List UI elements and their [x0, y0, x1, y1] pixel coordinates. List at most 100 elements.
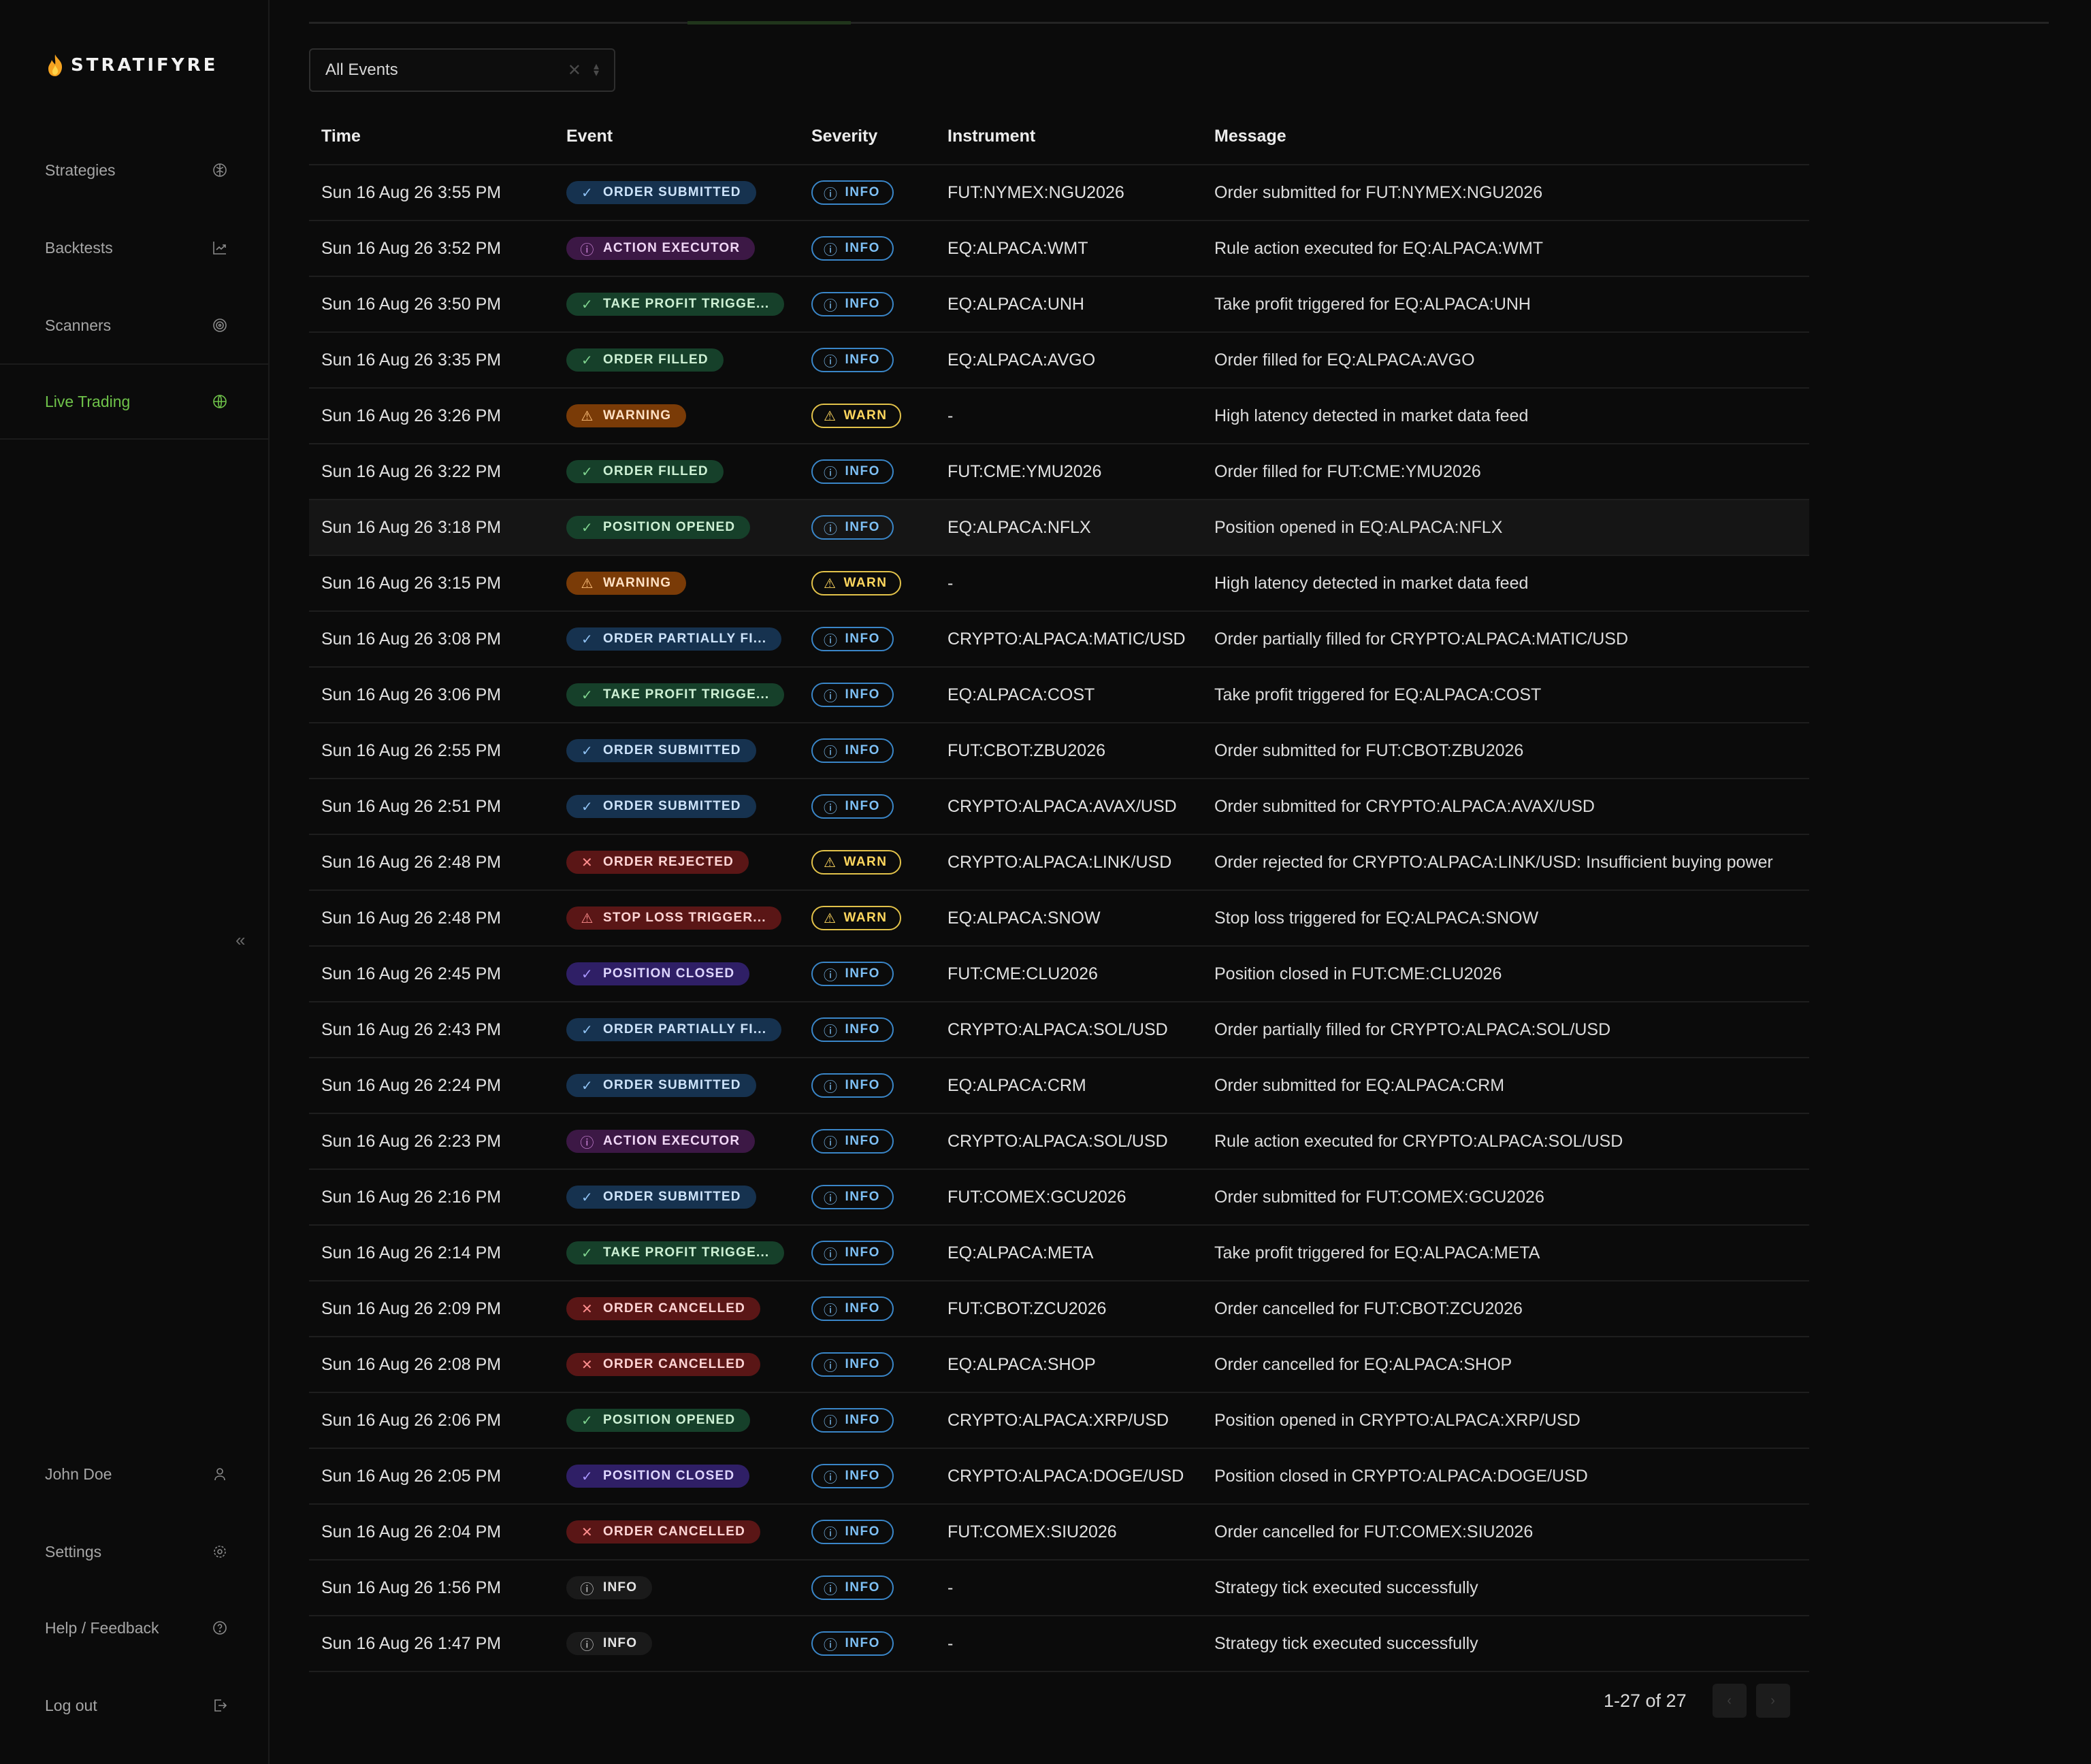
cell-event: ✓ POSITION OPENED — [554, 1392, 799, 1449]
event-badge-label: ORDER PARTIALLY FI... — [603, 632, 767, 646]
cell-event: ⓘ INFO — [554, 1616, 799, 1672]
cell-event: ✕ ORDER CANCELLED — [554, 1504, 799, 1561]
event-badge-label: ORDER SUBMITTED — [603, 799, 741, 813]
table-row[interactable]: Sun 16 Aug 26 3:06 PM ✓ TAKE PROFIT TRIGGE… — [309, 667, 1809, 723]
table-row[interactable]: Sun 16 Aug 26 3:08 PM ✓ ORDER PARTIALLY FI… — [309, 611, 1809, 668]
cell-severity: ⚠ WARN — [799, 388, 935, 444]
table-row[interactable]: Sun 16 Aug 26 3:26 PM ⚠ WARNING ⚠ WARN - High … — [309, 388, 1809, 444]
nav-user-profile[interactable]: John Doe — [0, 1436, 270, 1512]
table-row[interactable]: Sun 16 Aug 26 2:05 PM ✓ POSITION CLOSED ⓘ IN… — [309, 1448, 1809, 1505]
prev-page-button[interactable]: ‹ — [1712, 1684, 1747, 1718]
table-row[interactable]: Sun 16 Aug 26 3:55 PM ✓ ORDER SUBMITTED ⓘ IN… — [309, 165, 1809, 221]
info-circle-icon: ⓘ — [580, 242, 595, 258]
table-row[interactable]: Sun 16 Aug 26 2:14 PM ✓ TAKE PROFIT TRIGGE… — [309, 1225, 1809, 1281]
column-header-message[interactable]: Message — [1202, 109, 1809, 165]
nav-scanners[interactable]: Scanners — [0, 287, 270, 363]
nav-help-feedback[interactable]: Help / Feedback — [0, 1590, 270, 1666]
table-row[interactable]: Sun 16 Aug 26 1:47 PM ⓘ INFO ⓘ INFO - Strategy… — [309, 1616, 1809, 1672]
severity-badge: ⓘ INFO — [811, 1073, 894, 1098]
event-badge-label: ACTION EXECUTOR — [603, 1134, 741, 1148]
cell-time: Sun 16 Aug 26 3:26 PM — [309, 388, 554, 444]
cell-instrument: EQ:ALPACA:COST — [935, 667, 1202, 723]
event-badge-label: POSITION OPENED — [603, 520, 736, 534]
active-tab-indicator[interactable] — [687, 21, 851, 24]
select-chevron-icon[interactable]: ▴ ▾ — [594, 61, 599, 79]
nav-backtests[interactable]: Backtests — [0, 210, 270, 286]
table-row[interactable]: Sun 16 Aug 26 2:48 PM ✕ ORDER REJECTED ⚠ WAR… — [309, 834, 1809, 891]
event-badge: ✓ ORDER PARTIALLY FI... — [566, 627, 782, 651]
cell-event: ✓ POSITION CLOSED — [554, 1448, 799, 1505]
table-row[interactable]: Sun 16 Aug 26 3:52 PM ⓘ ACTION EXECUTOR ⓘ IN… — [309, 220, 1809, 277]
cell-instrument: EQ:ALPACA:META — [935, 1225, 1202, 1281]
severity-label: WARN — [843, 911, 888, 925]
nav-logout[interactable]: Log out — [0, 1667, 270, 1744]
table-row[interactable]: Sun 16 Aug 26 2:08 PM ✕ ORDER CANCELLED ⓘ IN… — [309, 1337, 1809, 1393]
event-badge-label: ORDER CANCELLED — [603, 1357, 746, 1371]
table-row[interactable]: Sun 16 Aug 26 2:09 PM ✕ ORDER CANCELLED ⓘ IN… — [309, 1281, 1809, 1337]
cell-message: Take profit triggered for EQ:ALPACA:COST — [1202, 667, 1809, 723]
column-header-severity[interactable]: Severity — [799, 109, 935, 165]
table-row[interactable]: Sun 16 Aug 26 2:51 PM ✓ ORDER SUBMITTED ⓘ IN… — [309, 779, 1809, 835]
table-row[interactable]: Sun 16 Aug 26 2:24 PM ✓ ORDER SUBMITTED ⓘ IN… — [309, 1058, 1809, 1114]
cell-instrument: FUT:COMEX:SIU2026 — [935, 1504, 1202, 1561]
cell-severity: ⓘ INFO — [799, 1058, 935, 1114]
event-badge-label: ORDER SUBMITTED — [603, 185, 741, 199]
collapse-sidebar-icon[interactable]: « — [236, 930, 245, 951]
next-page-button[interactable]: › — [1755, 1684, 1790, 1718]
cell-time: Sun 16 Aug 26 2:09 PM — [309, 1281, 554, 1337]
cell-event: ⓘ ACTION EXECUTOR — [554, 220, 799, 277]
check-icon: ✓ — [581, 1469, 594, 1484]
column-header-event[interactable]: Event — [554, 109, 799, 165]
cell-event: ⓘ INFO — [554, 1560, 799, 1616]
cell-time: Sun 16 Aug 26 2:45 PM — [309, 946, 554, 1002]
table-row[interactable]: Sun 16 Aug 26 2:16 PM ✓ ORDER SUBMITTED ⓘ IN… — [309, 1169, 1809, 1226]
cell-time: Sun 16 Aug 26 2:51 PM — [309, 779, 554, 835]
table-row[interactable]: Sun 16 Aug 26 3:15 PM ⚠ WARNING ⚠ WARN - High … — [309, 555, 1809, 612]
table-row[interactable]: Sun 16 Aug 26 2:23 PM ⓘ ACTION EXECUTOR ⓘ IN… — [309, 1113, 1809, 1170]
event-badge: ✓ TAKE PROFIT TRIGGE... — [566, 1241, 785, 1264]
info-circle-icon: ⓘ — [824, 1303, 839, 1318]
table-row[interactable]: Sun 16 Aug 26 2:43 PM ✓ ORDER PARTIALLY FI… — [309, 1002, 1809, 1058]
cell-event: ⚠ STOP LOSS TRIGGER... — [554, 890, 799, 947]
nav-strategies[interactable]: Strategies — [0, 132, 270, 208]
nav-settings[interactable]: Settings — [0, 1514, 270, 1590]
info-circle-icon: ⓘ — [824, 354, 839, 370]
cell-message: Order cancelled for EQ:ALPACA:SHOP — [1202, 1337, 1809, 1393]
column-header-instrument[interactable]: Instrument — [935, 109, 1202, 165]
table-row[interactable]: Sun 16 Aug 26 2:55 PM ✓ ORDER SUBMITTED ⓘ IN… — [309, 723, 1809, 779]
table-row[interactable]: Sun 16 Aug 26 2:04 PM ✕ ORDER CANCELLED ⓘ IN… — [309, 1504, 1809, 1561]
table-row[interactable]: Sun 16 Aug 26 3:18 PM ✓ POSITION OPENED ⓘ IN… — [309, 500, 1809, 556]
check-icon: ✓ — [581, 353, 594, 368]
cell-event: ✓ ORDER PARTIALLY FI... — [554, 1002, 799, 1058]
table-row[interactable]: Sun 16 Aug 26 2:06 PM ✓ POSITION OPENED ⓘ IN… — [309, 1392, 1809, 1449]
clear-filter-icon[interactable]: ✕ — [568, 61, 581, 80]
table-row[interactable]: Sun 16 Aug 26 3:22 PM ✓ ORDER FILLED ⓘ INFO F… — [309, 444, 1809, 500]
table-row[interactable]: Sun 16 Aug 26 2:45 PM ✓ POSITION CLOSED ⓘ IN… — [309, 946, 1809, 1002]
cell-event: ⚠ WARNING — [554, 555, 799, 612]
app-logo[interactable]: STRATIFYRE — [45, 53, 218, 78]
column-header-time[interactable]: Time — [309, 109, 554, 165]
nav-live-trading[interactable]: Live Trading — [0, 363, 270, 440]
event-badge: ✓ ORDER PARTIALLY FI... — [566, 1018, 782, 1041]
event-badge: ⓘ ACTION EXECUTOR — [566, 237, 756, 260]
cell-time: Sun 16 Aug 26 3:55 PM — [309, 165, 554, 221]
event-badge: ⓘ INFO — [566, 1632, 653, 1655]
cell-severity: ⚠ WARN — [799, 834, 935, 891]
table-row[interactable]: Sun 16 Aug 26 3:50 PM ✓ TAKE PROFIT TRIGGE… — [309, 276, 1809, 333]
cell-time: Sun 16 Aug 26 3:08 PM — [309, 611, 554, 668]
table-row[interactable]: Sun 16 Aug 26 3:35 PM ✓ ORDER FILLED ⓘ INFO E… — [309, 332, 1809, 389]
table-row[interactable]: Sun 16 Aug 26 1:56 PM ⓘ INFO ⓘ INFO - Strategy… — [309, 1560, 1809, 1616]
table-row[interactable]: Sun 16 Aug 26 2:48 PM ⚠ STOP LOSS TRIGGER.… — [309, 890, 1809, 947]
cell-severity: ⓘ INFO — [799, 1448, 935, 1505]
event-badge-label: ORDER SUBMITTED — [603, 1078, 741, 1092]
event-filter-select[interactable]: All Events ✕ ▴ ▾ — [309, 48, 615, 92]
event-badge: ✓ ORDER SUBMITTED — [566, 1074, 756, 1097]
main-content: All Events ✕ ▴ ▾ Time Event Severity Inst… — [309, 0, 2049, 1764]
info-circle-icon: ⓘ — [824, 745, 839, 760]
cell-event: ⓘ ACTION EXECUTOR — [554, 1113, 799, 1170]
event-badge: ✓ ORDER SUBMITTED — [566, 739, 756, 762]
severity-badge: ⓘ INFO — [811, 1241, 894, 1265]
cell-severity: ⓘ INFO — [799, 500, 935, 556]
event-badge-label: INFO — [603, 1580, 638, 1595]
severity-label: INFO — [845, 632, 880, 646]
